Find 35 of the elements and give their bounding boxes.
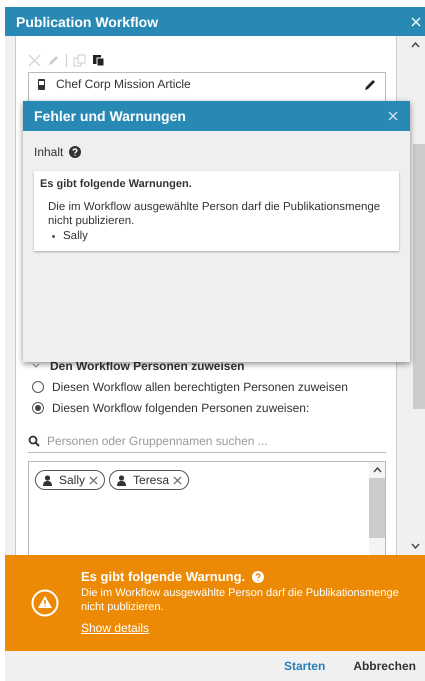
radio-button[interactable]: [32, 381, 44, 393]
section-title: Den Workflow Personen zuweisen: [50, 359, 244, 373]
person-tag[interactable]: Sally: [35, 470, 106, 490]
bullet-icon: [52, 234, 55, 238]
search-field[interactable]: Personen oder Gruppennamen suchen ...: [47, 434, 386, 448]
footer-button[interactable]: Starten: [284, 655, 326, 677]
close-icon[interactable]: [89, 476, 98, 484]
radio-label[interactable]: Diesen Workflow folgenden Personen zuweisen:: [52, 401, 310, 415]
section-label: Inhalt: [34, 145, 64, 159]
warning-title: Es gibt folgende Warnungen.: [40, 178, 193, 190]
radio-button[interactable]: [32, 402, 44, 414]
chevron-down-icon[interactable]: [410, 543, 420, 549]
warning-icon: [31, 589, 59, 617]
scrollbar-thumb[interactable]: [413, 144, 425, 409]
radio-label[interactable]: Diesen Workflow allen berechtigten Personen zuweisen: [52, 380, 348, 394]
person-icon: [116, 474, 128, 486]
search-icon: [28, 435, 40, 447]
chevron-up-icon[interactable]: [410, 42, 420, 48]
footer-button[interactable]: Abbrechen: [353, 655, 416, 677]
pencil-icon[interactable]: [364, 78, 378, 90]
paste-icon[interactable]: [92, 54, 105, 66]
warning-title: Es gibt folgende Warnung.: [81, 569, 246, 584]
warning-message: Die im Workflow ausgewählte Person darf die Publikationsmenge nicht publizieren.: [81, 586, 400, 614]
list-item: Sally: [63, 230, 88, 242]
book-icon: [35, 78, 48, 90]
person-tag[interactable]: Teresa: [109, 470, 190, 490]
scrollbar-thumb[interactable]: [369, 478, 386, 538]
close-icon[interactable]: [173, 476, 182, 484]
warning-message: Die im Workflow ausgewählte Person darf die Publikationsmenge nicht publizieren.: [48, 200, 382, 228]
chevron-icon[interactable]: [32, 363, 40, 369]
help-icon[interactable]: [69, 146, 82, 158]
content-item-title[interactable]: Chef Corp Mission Article: [56, 77, 364, 91]
dialog-title: Fehler und Warnungen: [34, 108, 186, 124]
window-title: Publication Workflow: [16, 14, 158, 30]
person-icon: [42, 474, 53, 486]
